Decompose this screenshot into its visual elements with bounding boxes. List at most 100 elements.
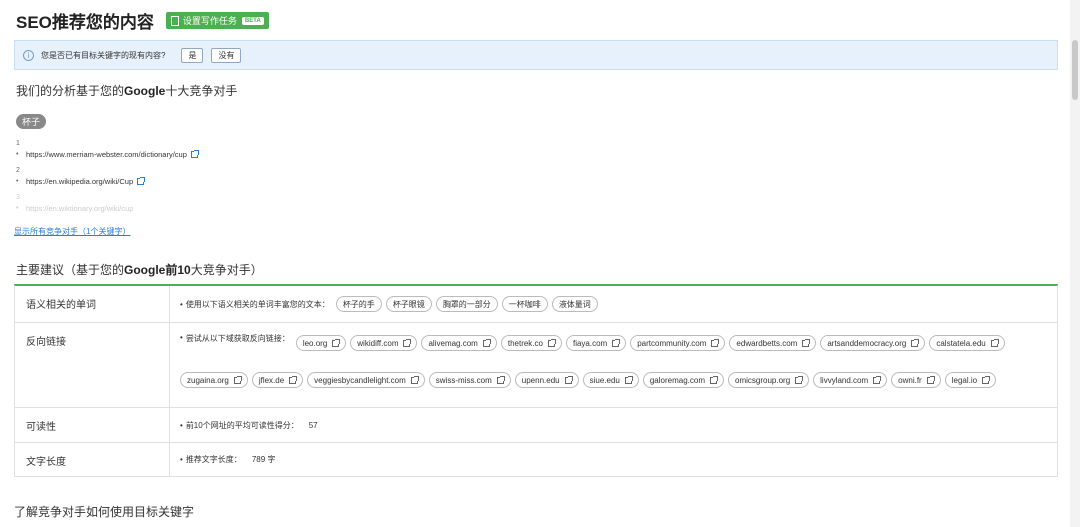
backlink-domain[interactable]: swiss-miss.com (436, 376, 492, 385)
external-link-icon[interactable] (711, 338, 720, 347)
competitor-url[interactable]: https://en.wikipedia.org/wiki/Cup (26, 177, 146, 186)
backlink-domain-chip[interactable]: zugaina.org (180, 372, 248, 388)
external-link-icon[interactable] (547, 338, 556, 347)
main-heading-brand: Google前10 (124, 263, 191, 277)
backlink-domain-chip[interactable]: thetrek.co (500, 335, 562, 351)
external-link-icon[interactable] (332, 338, 341, 347)
document-icon (170, 15, 179, 26)
semantic-word-chip[interactable]: 胸罩的一部分 (435, 296, 498, 312)
backlink-domain-chip[interactable]: leo.org (295, 335, 347, 351)
recommendations-table: 语义相关的单词 • 使用以下语义相关的单词丰富您的文本： 杯子的手 杯子眼镜 胸罩的… (14, 284, 1058, 477)
backlink-domain[interactable]: veggiesbycandlelight.com (314, 376, 406, 385)
no-button[interactable]: 没有 (211, 47, 242, 63)
external-link-icon[interactable] (564, 375, 573, 384)
backlink-domain[interactable]: galoremag.com (650, 376, 705, 385)
backlink-domain[interactable]: legal.io (952, 376, 977, 385)
external-link-icon[interactable] (190, 150, 199, 158)
set-writing-task-button[interactable]: 设置写作任务 BETA (165, 12, 269, 29)
analysis-brand: Google (124, 84, 166, 98)
competitor-rank: 3 (16, 194, 20, 201)
backlink-domain-chip[interactable]: jflex.de (251, 372, 304, 388)
backlink-domain[interactable]: siue.edu (590, 376, 620, 385)
backlink-domain[interactable]: livvyland.com (820, 376, 868, 385)
external-link-icon[interactable] (482, 338, 491, 347)
backlink-domain-chip[interactable]: galoremag.com (642, 372, 724, 388)
backlink-domain-chip[interactable]: swiss-miss.com (428, 372, 511, 388)
external-link-icon[interactable] (911, 338, 920, 347)
semantic-word-chip[interactable]: 一杯咖啡 (501, 296, 548, 312)
external-link-icon[interactable] (612, 338, 621, 347)
show-all-competitors-link[interactable]: 显示所有竞争对手（1个关键字） (14, 226, 130, 237)
external-link-icon[interactable] (289, 375, 298, 384)
backlink-domain-chip[interactable]: artsanddemocracy.org (820, 335, 926, 351)
semantic-word-chip[interactable]: 液体量词 (551, 296, 598, 312)
backlink-domain-chip[interactable]: omicsgroup.org (728, 372, 810, 388)
backlink-domain-chip[interactable]: veggiesbycandlelight.com (307, 372, 425, 388)
backlink-domain-chip[interactable]: wikidiff.com (350, 335, 418, 351)
backlink-domain[interactable]: wikidiff.com (357, 339, 398, 348)
external-link-icon[interactable] (795, 375, 804, 384)
backlink-domain[interactable]: omicsgroup.org (735, 376, 790, 385)
external-link-icon[interactable] (137, 177, 146, 185)
readability-score: 57 (308, 420, 318, 430)
backlink-domain[interactable]: jflex.de (259, 376, 284, 385)
external-link-icon[interactable] (710, 375, 718, 384)
backlink-domain[interactable]: partcommunity.com (637, 339, 706, 348)
yes-button[interactable]: 是 (181, 47, 204, 63)
backlink-domain-chip[interactable]: livvyland.com (813, 372, 888, 388)
backlink-domain[interactable]: fiaya.com (573, 339, 607, 348)
backlink-domain[interactable]: edwardbetts.com (736, 339, 797, 348)
scrollbar[interactable] (1070, 0, 1080, 527)
info-icon: i (23, 49, 34, 61)
external-link-icon[interactable] (403, 338, 412, 347)
backlink-domain[interactable]: calstatela.edu (936, 339, 985, 348)
backlink-domain-chip[interactable]: siue.edu (582, 372, 639, 388)
main-heading-suffix: 大竞争对手） (190, 263, 263, 277)
backlink-domain[interactable]: zugaina.org (187, 376, 229, 385)
external-link-icon[interactable] (873, 375, 882, 384)
external-link-icon[interactable] (982, 375, 991, 384)
competitor-keyword-usage-heading: 了解竞争对手如何使用目标关键字 (14, 505, 195, 519)
backlink-domain[interactable]: upenn.edu (522, 376, 560, 385)
semantic-words-content: • 使用以下语义相关的单词丰富您的文本： 杯子的手 杯子眼镜 胸罩的一部分 一杯咖啡液… (170, 286, 1057, 322)
backlink-domain-chip[interactable]: fiaya.com (565, 335, 627, 351)
backlink-domain[interactable]: leo.org (303, 339, 327, 348)
competitor-url[interactable]: https://www.merriam-webster.com/dictiona… (26, 150, 199, 159)
text-length-lead: 推荐文字长度： (185, 455, 242, 464)
backlink-domain[interactable]: thetrek.co (508, 339, 543, 348)
external-link-icon[interactable] (410, 375, 419, 384)
external-link-icon[interactable] (926, 375, 935, 384)
backlink-domain-chip[interactable]: alivemag.com (421, 335, 497, 351)
external-link-icon[interactable] (496, 375, 505, 384)
backlink-domain[interactable]: artsanddemocracy.org (827, 339, 906, 348)
backlink-domain-chip[interactable]: edwardbetts.com (729, 335, 817, 351)
backlink-domain[interactable]: owni.fr (898, 376, 922, 385)
backlink-domain-chip[interactable]: partcommunity.com (630, 335, 726, 351)
scrollbar-thumb[interactable] (1072, 40, 1078, 100)
backlink-domain-chip[interactable]: legal.io (944, 372, 997, 388)
external-link-icon[interactable] (233, 375, 242, 384)
backlink-domain-chip[interactable]: upenn.edu (514, 372, 579, 388)
backlink-domain-chip[interactable]: calstatela.edu (929, 335, 1005, 351)
analysis-suffix: 十大竞争对手 (165, 84, 238, 98)
external-link-icon[interactable] (624, 375, 633, 384)
readability-row: 可读性 • 前10个网址的平均可读性得分： 57 (15, 408, 1057, 443)
backlink-domain-chip[interactable]: owni.fr (891, 372, 941, 388)
backlinks-content: • 尝试从以下域获取反向链接： leo.org wikidiff.com alive… (170, 323, 1057, 407)
main-recommendations-heading: 主要建议（基于您的Google前10大竞争对手） (16, 261, 263, 278)
backlink-domain[interactable]: alivemag.com (428, 339, 477, 348)
external-link-icon[interactable] (802, 338, 811, 347)
text-length-label: 文字长度 (15, 443, 170, 476)
keyword-tag[interactable]: 杯子 (16, 114, 47, 129)
existing-content-banner: i 您是否已有目标关键字的现有内容? 是 没有 (14, 40, 1058, 70)
analysis-prefix: 我们的分析基于您的 (16, 84, 125, 98)
page-header: SEO推荐您的内容 设置写作任务 BETA (16, 8, 269, 33)
competitor-url[interactable]: https://en.wiktionary.org/wiki/cup (26, 204, 133, 213)
text-length-value: 789 字 (251, 455, 276, 464)
page-title: SEO推荐您的内容 (16, 13, 154, 32)
readability-content: • 前10个网址的平均可读性得分： 57 (180, 420, 318, 430)
external-link-icon[interactable] (990, 338, 999, 347)
semantic-word-chip[interactable]: 杯子眼镜 (385, 296, 432, 312)
task-button-label: 设置写作任务 (182, 16, 237, 26)
semantic-word-chip[interactable]: 杯子的手 (335, 296, 382, 312)
